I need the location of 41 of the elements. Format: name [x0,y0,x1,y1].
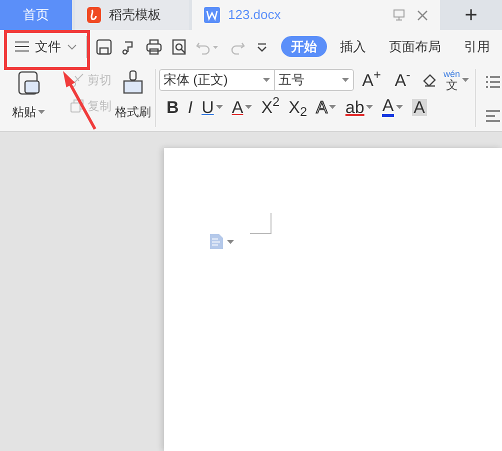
format-button[interactable]: A [232,98,244,116]
copy-icon [69,98,86,114]
grow-font-button[interactable]: A$^{+}$ [358,72,385,88]
margin-corner-mark [250,213,272,234]
shrink-font-button[interactable]: A$^{-}$ [390,72,416,88]
ribbon-tab[interactable]: 页面布局 [379,36,451,57]
format-button[interactable]: A [316,98,328,116]
flame-logo-icon [87,7,101,23]
menu-icon [15,41,29,52]
format-button[interactable]: X$_{2}$ [288,98,308,116]
format-button[interactable]: X$^{2}$ [261,98,280,116]
caret-icon [227,240,234,244]
print-icon[interactable] [145,38,163,56]
format-button[interactable]: U [202,98,214,116]
paste-button[interactable]: 粘贴 [10,69,48,121]
ribbon-tab[interactable]: 引用 [454,36,500,57]
ribbon-tab[interactable]: 插入 [330,36,376,57]
tab-label: 稻壳模板 [109,6,161,24]
save-icon[interactable] [95,38,113,56]
format-button[interactable]: A [412,98,428,116]
close-icon[interactable] [417,10,428,20]
chevron-icon [67,44,77,50]
format-painter-button[interactable]: 格式刷 [114,69,152,121]
tab-label: 123.docx [228,6,281,24]
format-button[interactable]: A [382,97,394,117]
tab[interactable]: 稻壳模板 [75,0,189,30]
clipboard-icon [16,69,41,97]
monitor-icon[interactable] [393,9,405,21]
pinyin-text: wén [444,70,460,78]
pinyin-guide-button[interactable]: wén 文 [444,70,470,90]
caret-icon [38,110,46,114]
new-tab-button[interactable]: + [440,0,502,30]
document-logo-icon [204,7,220,23]
file-menu-button[interactable]: 文件 [0,36,86,56]
tab-label: 首页 [23,6,49,24]
character-text: 文 [446,78,458,90]
preview-icon[interactable] [170,38,188,56]
format-button[interactable]: B [166,98,179,116]
format-button[interactable]: ab [345,98,364,116]
format-button[interactable]: I [188,98,193,116]
caret-icon [462,78,470,82]
